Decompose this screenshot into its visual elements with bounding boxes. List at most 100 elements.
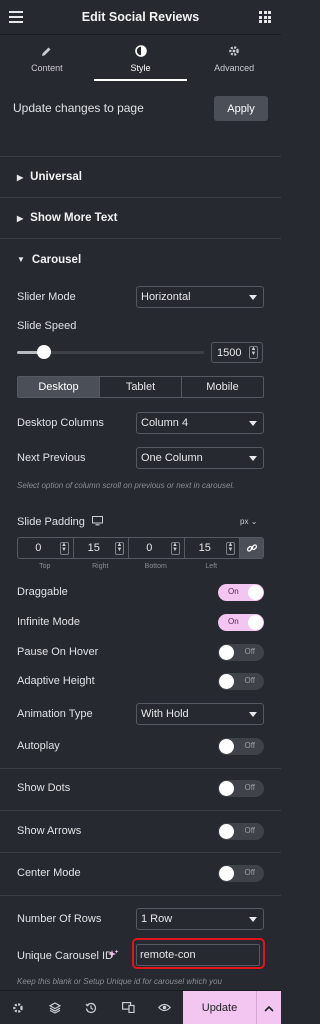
show-dots-toggle[interactable]: Off	[218, 780, 264, 797]
chevron-down-icon: ⌄	[250, 517, 258, 526]
caret-down-icon: ▼	[17, 255, 25, 264]
draggable-label: Draggable	[17, 586, 68, 598]
padding-right-input[interactable]: 15 ▲ ▼	[74, 538, 129, 558]
slide-padding-label: Slide Padding	[17, 516, 85, 528]
divider	[0, 810, 281, 811]
unit-selector[interactable]: px ⌄	[240, 517, 257, 526]
toggle-knob	[219, 866, 234, 881]
gear-icon	[228, 43, 240, 59]
autoplay-label: Autoplay	[17, 740, 60, 752]
padding-bottom-value: 0	[146, 542, 153, 554]
next-previous-value: One Column	[141, 452, 203, 464]
toggle-state: Off	[244, 647, 255, 656]
toggle-state: On	[228, 587, 239, 596]
pause-on-hover-label: Pause On Hover	[17, 646, 99, 658]
unique-carousel-id-value: remote-con	[140, 949, 196, 961]
padding-top-value: 0	[35, 542, 42, 554]
link-icon[interactable]	[240, 538, 263, 558]
pause-on-hover-toggle[interactable]: Off	[218, 644, 264, 661]
desktop-columns-select[interactable]: Column 4	[136, 412, 264, 434]
animation-type-value: With Hold	[141, 708, 189, 720]
stepper-icon[interactable]: ▲ ▼	[59, 542, 69, 555]
section-carousel-title: Carousel	[31, 253, 82, 266]
tab-advanced[interactable]: Advanced	[187, 35, 281, 81]
next-previous-label: Next Previous	[17, 452, 86, 464]
tab-style[interactable]: Style	[93, 35, 188, 81]
show-dots-label: Show Dots	[17, 782, 71, 794]
section-universal-title: Universal	[30, 171, 82, 183]
top-bar: Edit Social Reviews	[0, 0, 281, 35]
padding-left-label: Left	[205, 563, 218, 570]
update-button-label: Update	[201, 1002, 238, 1014]
device-tablet[interactable]: Tablet	[99, 377, 181, 397]
section-show-more-text[interactable]: ▶ Show More Text	[0, 198, 281, 239]
padding-side-labels: Top Right Bottom Left	[17, 563, 239, 570]
chevron-up-icon[interactable]	[256, 991, 281, 1024]
next-previous-select[interactable]: One Column	[136, 447, 264, 469]
desktop-columns-label: Desktop Columns	[17, 417, 104, 429]
tab-advanced-label: Advanced	[214, 63, 255, 73]
chevron-down-icon	[249, 456, 257, 461]
stepper-icon[interactable]: ▲ ▼	[249, 346, 258, 359]
tab-content-label: Content	[31, 63, 63, 73]
toggle-state: Off	[244, 826, 255, 835]
history-icon[interactable]	[73, 991, 110, 1024]
number-of-rows-select[interactable]: 1 Row	[136, 908, 264, 930]
settings-gear-icon[interactable]	[0, 991, 37, 1024]
draggable-toggle[interactable]: On	[218, 584, 264, 601]
grid-icon[interactable]	[259, 11, 271, 23]
device-desktop[interactable]: Desktop	[18, 377, 99, 397]
apply-button[interactable]: Apply	[214, 96, 268, 121]
unit-value: px	[240, 517, 249, 526]
device-mobile[interactable]: Mobile	[181, 377, 263, 397]
responsive-mode-icon[interactable]	[110, 991, 147, 1024]
chevron-down-icon	[249, 295, 257, 300]
device-switcher: Desktop Tablet Mobile	[17, 376, 264, 398]
infinite-mode-toggle[interactable]: On	[218, 614, 264, 631]
unique-carousel-id-label: Unique Carousel ID	[17, 950, 113, 962]
section-universal[interactable]: ▶ Universal	[0, 157, 281, 198]
padding-right-value: 15	[87, 542, 100, 554]
slider-mode-label: Slider Mode	[17, 291, 76, 303]
number-of-rows-label: Number Of Rows	[17, 913, 102, 925]
padding-left-input[interactable]: 15 ▲ ▼	[185, 538, 240, 558]
section-carousel[interactable]: ▼ Carousel	[0, 239, 281, 280]
toggle-state: Off	[244, 783, 255, 792]
number-of-rows-value: 1 Row	[141, 913, 173, 925]
toggle-knob	[219, 739, 234, 754]
eye-preview-icon[interactable]	[146, 991, 183, 1024]
caret-right-icon: ▶	[17, 172, 24, 182]
slider-mode-select[interactable]: Horizontal	[136, 286, 264, 308]
toggle-knob	[248, 585, 263, 600]
layers-icon[interactable]	[37, 991, 74, 1024]
stepper-icon[interactable]: ▲ ▼	[115, 542, 124, 555]
panel-title: Edit Social Reviews	[81, 10, 200, 24]
toggle-state: On	[228, 617, 239, 626]
ai-sparkle-icon[interactable]	[108, 949, 119, 963]
toggle-state: Off	[244, 868, 255, 877]
desktop-monitor-icon[interactable]	[92, 516, 103, 529]
animation-type-select[interactable]: With Hold	[136, 703, 264, 725]
toggle-knob	[219, 781, 234, 796]
stepper-icon[interactable]: ▲ ▼	[226, 542, 235, 555]
toggle-state: Off	[244, 676, 255, 685]
show-arrows-toggle[interactable]: Off	[218, 823, 264, 840]
slide-speed-input[interactable]: 1500 ▲ ▼	[211, 342, 263, 363]
unique-carousel-id-input[interactable]: remote-con	[136, 944, 260, 966]
adaptive-height-toggle[interactable]: Off	[218, 673, 264, 690]
padding-left-value: 15	[198, 542, 211, 554]
padding-top-label: Top	[39, 563, 51, 570]
slide-padding-inputs: 0 ▲ ▼ 15 ▲ ▼ 0 ▲ ▼ 15 ▲ ▼	[17, 537, 264, 559]
center-mode-toggle[interactable]: Off	[218, 865, 264, 882]
padding-bottom-input[interactable]: 0 ▲ ▼	[129, 538, 185, 558]
hamburger-icon[interactable]	[9, 11, 23, 23]
padding-top-input[interactable]: 0 ▲ ▼	[18, 538, 74, 558]
tab-content[interactable]: Content	[0, 35, 94, 81]
update-button[interactable]: Update	[183, 991, 281, 1024]
stepper-icon[interactable]: ▲ ▼	[170, 542, 180, 555]
divider	[0, 768, 281, 769]
section-show-more-title: Show More Text	[30, 212, 118, 224]
chevron-down-icon	[249, 421, 257, 426]
slide-speed-handle[interactable]	[37, 345, 51, 359]
autoplay-toggle[interactable]: Off	[218, 738, 264, 755]
